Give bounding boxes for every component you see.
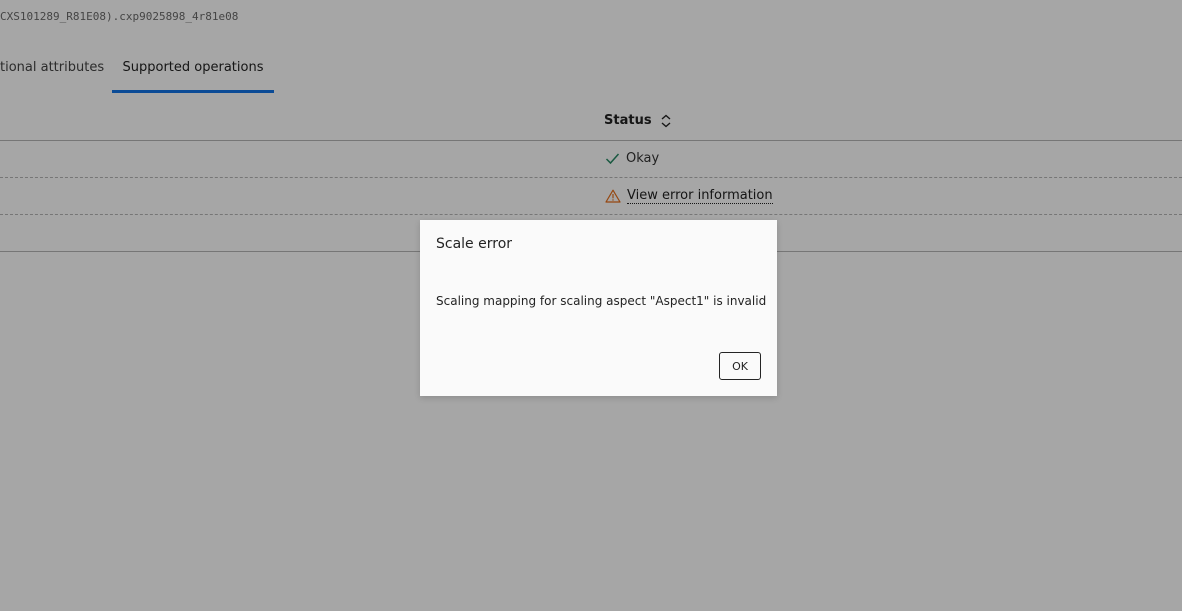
dialog-title: Scale error [436,236,513,252]
ok-button[interactable]: OK [719,352,761,380]
dialog-message: Scaling mapping for scaling aspect "Aspe… [436,294,767,308]
scale-error-dialog: Scale error Scaling mapping for scaling … [420,220,777,396]
page: CXS101289_R81E08).cxp9025898_4r81e08 tio… [0,0,1182,611]
